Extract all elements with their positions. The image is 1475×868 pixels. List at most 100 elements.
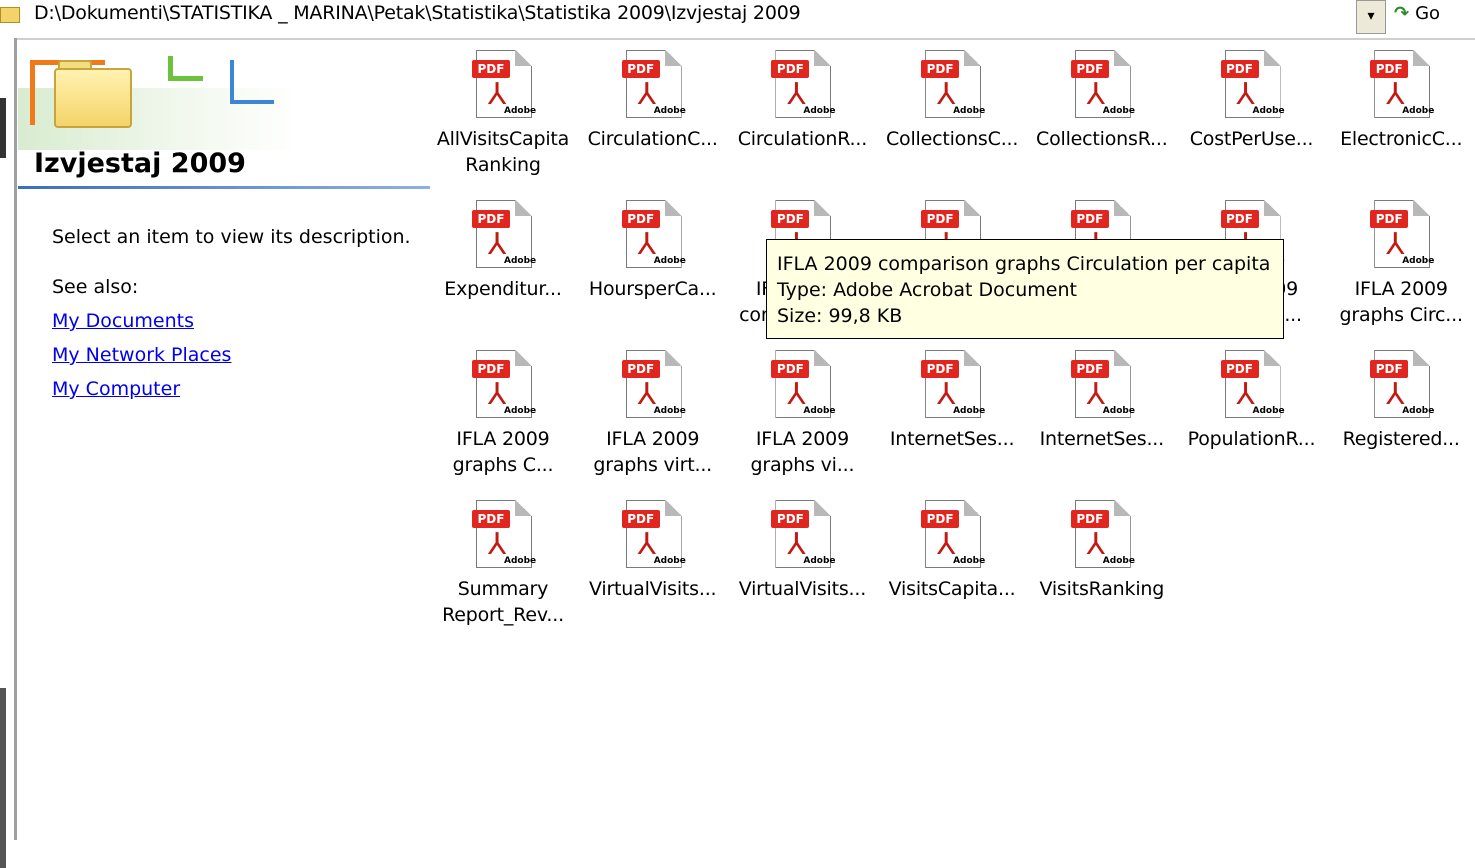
file-item[interactable]: PDF ⅄ Adobe Expenditur... [428, 200, 578, 340]
file-item[interactable]: PDF ⅄ Adobe IFLA 2009 graphs Circ... [1326, 200, 1475, 340]
file-item[interactable]: PDF ⅄ Adobe CollectionsC... [877, 50, 1027, 190]
file-item[interactable]: PDF ⅄ Adobe PopulationR... [1177, 350, 1327, 490]
file-name: AllVisitsCapita Ranking [436, 128, 570, 176]
file-item[interactable]: PDF ⅄ Adobe ElectronicC... [1326, 50, 1475, 190]
pdf-badge: PDF [472, 60, 510, 78]
adobe-label: Adobe [1402, 106, 1435, 116]
pdf-file-icon: PDF⅄Adobe [468, 500, 538, 570]
pdf-badge: PDF [1370, 60, 1409, 78]
adobe-label: Adobe [504, 406, 537, 416]
adobe-label: Adobe [653, 406, 686, 416]
pdf-badge: PDF [1220, 210, 1259, 228]
link-my-documents[interactable]: My Documents [52, 310, 194, 332]
pdf-badge: PDF [1370, 360, 1409, 378]
adobe-label: Adobe [953, 556, 986, 566]
link-my-network-places[interactable]: My Network Places [52, 344, 231, 366]
pdf-file-icon: PDF⅄Adobe [1217, 50, 1287, 120]
adobe-label: Adobe [1402, 406, 1435, 416]
pdf-badge: PDF [771, 60, 810, 78]
file-item[interactable]: PDF ⅄ Adobe IFLA 2009 graphs virt... [578, 350, 728, 490]
adobe-label: Adobe [1252, 106, 1285, 116]
pdf-file-icon: PDF⅄Adobe [468, 350, 538, 420]
file-name: PopulationR... [1187, 428, 1316, 450]
pdf-badge: PDF [621, 510, 660, 528]
link-my-computer[interactable]: My Computer [52, 378, 180, 400]
pdf-file-icon: PDF⅄Adobe [1366, 350, 1436, 420]
file-name: VisitsRanking [1039, 578, 1165, 600]
adobe-label: Adobe [1102, 106, 1135, 116]
adobe-label: Adobe [1402, 256, 1435, 266]
file-name: CirculationC... [587, 128, 718, 150]
file-item[interactable]: PDF ⅄ Adobe Registered... [1326, 350, 1475, 490]
file-name: Summary Report_Rev... [442, 578, 564, 626]
file-item[interactable]: PDF ⅄ Adobe AllVisitsCapita Ranking [428, 50, 578, 190]
pdf-file-icon: PDF⅄Adobe [618, 500, 688, 570]
pdf-badge: PDF [621, 60, 660, 78]
address-path[interactable]: D:\Dokumenti\STATISTIKA _ MARINA\Petak\S… [34, 2, 801, 24]
file-item[interactable]: PDF ⅄ Adobe VirtualVisits... [578, 500, 728, 640]
file-item[interactable]: PDF ⅄ Adobe VisitsCapita... [877, 500, 1027, 640]
pdf-badge: PDF [921, 210, 960, 228]
adobe-label: Adobe [653, 256, 686, 266]
pdf-file-icon: PDF⅄Adobe [1067, 350, 1137, 420]
file-name: IFLA 2009 graphs vi... [750, 428, 855, 476]
file-item[interactable]: PDF ⅄ Adobe IFLA 2009 graphs vi... [727, 350, 877, 490]
file-item[interactable]: PDF ⅄ Adobe CirculationC... [578, 50, 728, 190]
pdf-badge: PDF [1070, 60, 1109, 78]
pdf-badge: PDF [1370, 210, 1409, 228]
title-divider [18, 186, 430, 189]
file-name: InternetSes... [1039, 428, 1165, 450]
pdf-file-icon: PDF⅄Adobe [767, 500, 837, 570]
pdf-file-icon: PDF⅄Adobe [767, 350, 837, 420]
file-item[interactable]: PDF⅄Adobe IFLA 2009 graphs C... [428, 350, 578, 490]
pdf-file-icon: PDF⅄Adobe [618, 200, 688, 270]
address-bar[interactable]: D:\Dokumenti\STATISTIKA _ MARINA\Petak\S… [0, 0, 1475, 40]
file-item[interactable]: PDF ⅄ Adobe CollectionsR... [1027, 50, 1177, 190]
pdf-file-icon: PDF⅄Adobe [618, 50, 688, 120]
pdf-badge: PDF [921, 510, 960, 528]
tooltip-type: Type: Adobe Acrobat Document [777, 279, 1077, 301]
file-item[interactable]: PDF ⅄ Adobe VirtualVisits... [727, 500, 877, 640]
file-item[interactable]: PDF ⅄ Adobe CostPerUse... [1177, 50, 1327, 190]
go-button[interactable]: ↷ Go [1394, 0, 1440, 34]
tooltip-size: Size: 99,8 KB [777, 305, 903, 327]
file-name: VirtualVisits... [738, 578, 867, 600]
file-item[interactable]: PDF ⅄ Adobe InternetSes... [877, 350, 1027, 490]
pdf-file-icon: PDF⅄Adobe [917, 350, 987, 420]
pdf-badge: PDF [472, 360, 510, 378]
pdf-badge: PDF [472, 210, 510, 228]
file-item[interactable]: PDF ⅄ Adobe VisitsRanking [1027, 500, 1177, 640]
file-name: Expenditur... [444, 278, 562, 300]
pdf-badge: PDF [771, 510, 810, 528]
file-name: Registered... [1342, 428, 1460, 450]
adobe-label: Adobe [504, 256, 537, 266]
go-label: Go [1415, 3, 1441, 24]
file-name: VisitsCapita... [888, 578, 1016, 600]
pdf-file-icon: PDF⅄Adobe [1366, 200, 1436, 270]
large-folder-icon [54, 68, 132, 128]
file-item[interactable]: PDF ⅄ Adobe HoursperCa... [578, 200, 728, 340]
pdf-badge: PDF [1070, 210, 1109, 228]
address-dropdown-button[interactable]: ▾ [1356, 0, 1386, 34]
adobe-label: Adobe [953, 406, 986, 416]
details-panel: Izvjestaj 2009 Select an item to view it… [18, 38, 430, 840]
file-item[interactable]: PDF ⅄ Adobe CirculationR... [727, 50, 877, 190]
see-also-label: See also: [52, 276, 139, 298]
file-item[interactable]: PDF ⅄ Adobe Summary Report_Rev... [428, 500, 578, 640]
go-arrow-icon: ↷ [1394, 3, 1410, 24]
pdf-file-icon: PDF⅄Adobe [1067, 500, 1137, 570]
file-name: InternetSes... [889, 428, 1015, 450]
adobe-label: Adobe [803, 406, 836, 416]
pdf-badge: PDF [771, 360, 810, 378]
pdf-file-icon: PDF⅄Adobe [917, 500, 987, 570]
folder-header-graphic [18, 38, 430, 150]
description-text: Select an item to view its description. [52, 226, 411, 248]
file-name: VirtualVisits... [588, 578, 717, 600]
file-name: IFLA 2009 graphs Circ... [1339, 278, 1463, 326]
pdf-file-icon: PDF⅄Adobe [1067, 50, 1137, 120]
file-name: IFLA 2009 graphs virt... [593, 428, 713, 476]
pdf-badge: PDF [1220, 60, 1259, 78]
adobe-label: Adobe [504, 106, 537, 116]
file-item[interactable]: PDF ⅄ Adobe InternetSes... [1027, 350, 1177, 490]
adobe-label: Adobe [653, 556, 686, 566]
